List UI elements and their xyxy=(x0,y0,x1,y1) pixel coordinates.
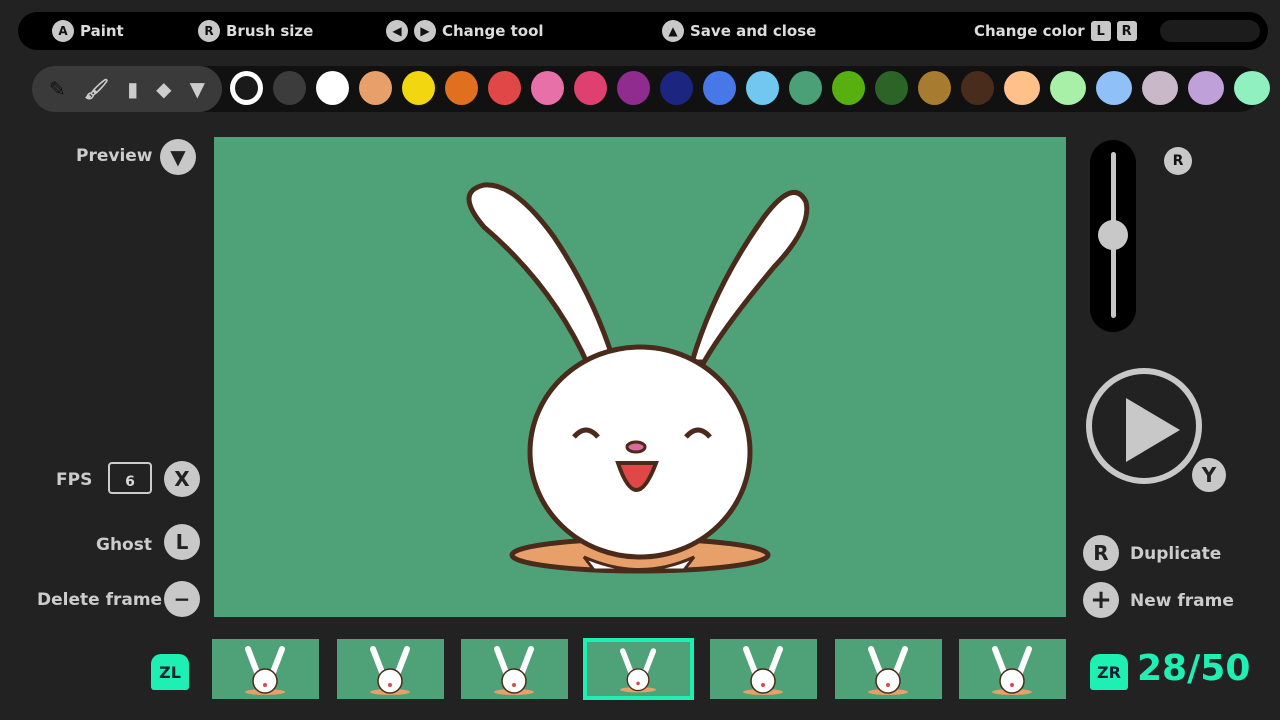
color-swatch[interactable] xyxy=(273,71,306,105)
hint-label: Change color xyxy=(974,22,1085,40)
hint-change-tool: ◀ ▶ Change tool xyxy=(386,12,544,50)
hint-save-close[interactable]: ▲ Save and close xyxy=(662,12,816,50)
tool-palette-bar: ✎ 🖌 ▮ ◆ ▼ xyxy=(32,66,1262,112)
pencil-icon[interactable]: ✎ xyxy=(49,77,66,101)
dpad-left-icon: ◀ xyxy=(386,20,408,42)
color-swatch[interactable] xyxy=(1142,71,1178,105)
color-swatch[interactable] xyxy=(402,71,435,105)
bucket-icon[interactable]: ▼ xyxy=(190,77,205,101)
r-stick-icon: R xyxy=(1164,147,1192,175)
color-swatch[interactable] xyxy=(918,71,951,105)
bunny-drawing xyxy=(214,137,1066,617)
hint-change-color: Change color LR xyxy=(974,12,1137,50)
color-swatch[interactable] xyxy=(359,71,392,105)
frame-thumbnail[interactable] xyxy=(337,639,444,699)
hint-brush-size: R Brush size xyxy=(198,12,313,50)
color-swatch[interactable] xyxy=(445,71,478,105)
zr-button-icon[interactable]: ZR xyxy=(1090,654,1128,690)
fps-label: FPS xyxy=(56,470,92,490)
separator: / xyxy=(1187,648,1200,689)
r-stick-press-icon: R xyxy=(1083,535,1119,571)
eraser-icon[interactable]: ◆ xyxy=(156,77,171,101)
delete-frame-button[interactable]: − xyxy=(164,581,200,617)
color-swatch[interactable] xyxy=(488,71,521,105)
x-button-icon: X xyxy=(164,461,200,497)
play-icon xyxy=(1126,398,1180,462)
y-button-icon: Y xyxy=(1192,458,1226,492)
hint-label: Change tool xyxy=(442,22,544,40)
controls-hint-bar: A Paint R Brush size ◀ ▶ Change tool ▲ Save a… xyxy=(18,12,1268,50)
r-stick-icon: R xyxy=(198,20,220,42)
drawing-canvas[interactable] xyxy=(214,137,1066,617)
zl-button-icon[interactable]: ZL xyxy=(151,654,189,690)
plus-icon: + xyxy=(1083,582,1119,618)
color-swatch[interactable] xyxy=(703,71,736,105)
color-swatch[interactable] xyxy=(230,71,263,105)
frame-thumbnail[interactable] xyxy=(835,639,942,699)
spray-icon[interactable]: ▮ xyxy=(127,77,138,101)
dpad-right-icon: ▶ xyxy=(414,20,436,42)
play-button[interactable] xyxy=(1086,368,1202,484)
color-swatch[interactable] xyxy=(1050,71,1086,105)
frame-thumbnail[interactable] xyxy=(959,639,1066,699)
dpad-up-icon: ▲ xyxy=(662,20,684,42)
color-swatch[interactable] xyxy=(875,71,908,105)
color-swatch[interactable] xyxy=(1004,71,1040,105)
l-button-icon: L xyxy=(1091,21,1111,41)
hint-label: Brush size xyxy=(226,22,313,40)
fps-value[interactable]: 6 xyxy=(108,462,152,494)
frame-counter: 28/50 xyxy=(1137,648,1250,689)
frame-thumbnail[interactable] xyxy=(461,639,568,699)
tool-selector: ✎ 🖌 ▮ ◆ ▼ xyxy=(32,66,222,112)
frame-thumbnail[interactable] xyxy=(710,639,817,699)
brush-size-slider[interactable] xyxy=(1090,140,1136,332)
color-swatch[interactable] xyxy=(1234,71,1270,105)
color-swatch[interactable] xyxy=(574,71,607,105)
slider-handle[interactable] xyxy=(1098,220,1128,250)
color-swatch[interactable] xyxy=(531,71,564,105)
current-frame: 28 xyxy=(1137,648,1187,689)
hint-label: Paint xyxy=(80,22,124,40)
brush-icon[interactable]: 🖌 xyxy=(84,77,109,101)
color-swatch[interactable] xyxy=(617,71,650,105)
color-swatch[interactable] xyxy=(1188,71,1224,105)
color-swatch[interactable] xyxy=(961,71,994,105)
color-swatch[interactable] xyxy=(832,71,865,105)
hint-paint: A Paint xyxy=(52,12,124,50)
duplicate-button[interactable]: Duplicate xyxy=(1130,544,1221,564)
color-swatch[interactable] xyxy=(789,71,822,105)
r-button-icon: R xyxy=(1117,21,1137,41)
delete-frame-label: Delete frame xyxy=(37,590,162,610)
color-swatch[interactable] xyxy=(746,71,779,105)
color-swatch[interactable] xyxy=(660,71,693,105)
color-swatch[interactable] xyxy=(1096,71,1132,105)
preview-toggle-button[interactable]: ▼ xyxy=(160,139,196,175)
current-color-pill xyxy=(1160,20,1260,42)
ghost-label: Ghost xyxy=(96,535,152,555)
color-swatch[interactable] xyxy=(316,71,349,105)
preview-label: Preview xyxy=(76,146,153,166)
color-palette xyxy=(230,71,1270,105)
total-frames: 50 xyxy=(1200,648,1250,689)
frame-thumbnail[interactable] xyxy=(212,639,319,699)
frame-thumbnail[interactable] xyxy=(583,638,694,700)
new-frame-button[interactable]: New frame xyxy=(1130,591,1234,611)
a-button-icon: A xyxy=(52,20,74,42)
hint-label: Save and close xyxy=(690,22,816,40)
l-button-icon[interactable]: L xyxy=(164,524,200,560)
